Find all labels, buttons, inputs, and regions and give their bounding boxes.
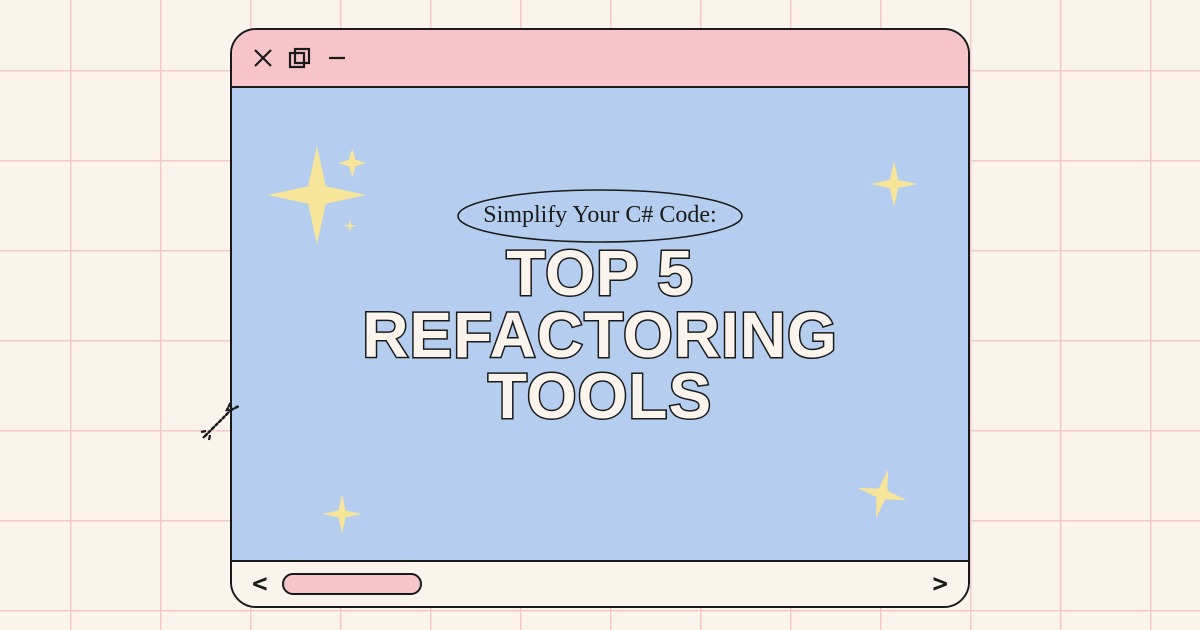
window-footer: < > xyxy=(232,560,968,606)
sparkle-icon xyxy=(868,158,920,210)
sparkle-icon xyxy=(262,140,372,250)
browser-window: Simplify Your C# Code: TOP 5 REFACTORING… xyxy=(230,28,970,608)
prev-button[interactable]: < xyxy=(252,571,268,597)
next-button[interactable]: > xyxy=(932,571,948,597)
main-title: TOP 5 REFACTORING TOOLS xyxy=(362,243,838,427)
subtitle-text: Simplify Your C# Code: xyxy=(483,202,716,229)
subtitle-container: Simplify Your C# Code: xyxy=(483,202,716,229)
close-icon[interactable] xyxy=(252,47,274,69)
maximize-icon[interactable] xyxy=(288,47,312,69)
cursor-icon xyxy=(197,396,245,444)
scrollbar-track[interactable] xyxy=(282,573,422,595)
window-titlebar xyxy=(232,30,968,88)
minimize-icon[interactable] xyxy=(326,47,348,69)
sparkle-icon xyxy=(848,460,916,528)
sparkle-icon xyxy=(320,492,364,536)
window-content: Simplify Your C# Code: TOP 5 REFACTORING… xyxy=(232,88,968,560)
